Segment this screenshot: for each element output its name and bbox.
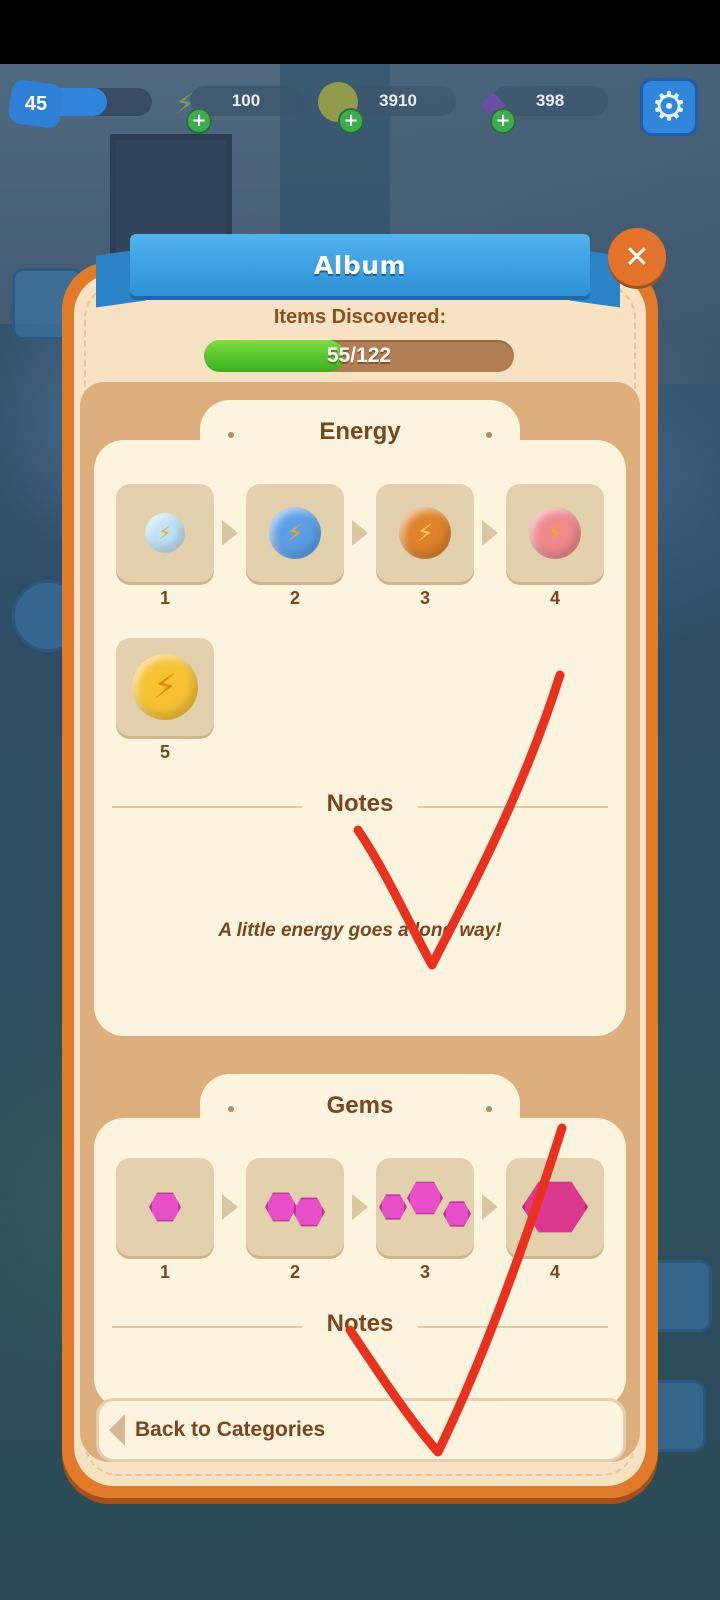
merge-arrow-icon [482, 1194, 498, 1220]
discovered-count: 55/122 [326, 344, 392, 367]
gem-item-icon [293, 1197, 325, 1227]
merge-arrow-icon [482, 520, 498, 546]
energy-level-label: 3 [419, 588, 430, 608]
energy-notes-text: A little energy goes a long way! [218, 920, 502, 941]
add-energy-button[interactable]: + [186, 108, 212, 134]
album-title: Album [313, 250, 407, 280]
gem-item-icon [265, 1192, 297, 1222]
add-coins-button[interactable]: + [338, 108, 364, 134]
gems-item-slot-1[interactable] [116, 1158, 214, 1256]
energy-value: 100 [231, 91, 261, 110]
energy-item-slot-5[interactable]: ⚡ [116, 638, 214, 736]
coins-value: 3910 [379, 91, 417, 110]
gems-value: 398 [535, 91, 565, 110]
gems-section-title: Gems [326, 1092, 394, 1119]
gems-level-label: 2 [289, 1262, 300, 1282]
energy-notes-title: Notes [326, 790, 394, 817]
chevron-left-icon [109, 1414, 125, 1446]
items-discovered-label: Items Discovered: [273, 306, 447, 328]
discovered-progress-bar: 55/122 [204, 340, 514, 372]
merge-arrow-icon [352, 1194, 368, 1220]
energy-item-slot-3[interactable]: ⚡ [376, 484, 474, 582]
gem-item-icon [443, 1201, 471, 1227]
back-to-categories-label: Back to Categories [135, 1418, 326, 1441]
energy-level-label: 2 [289, 588, 300, 608]
gear-icon: ⚙ [651, 84, 687, 130]
gems-level-label: 3 [419, 1262, 430, 1282]
energy-orb-icon: ⚡ [529, 507, 581, 559]
gems-level-label: 4 [549, 1262, 560, 1282]
album-title-ribbon: Album [130, 234, 590, 296]
energy-item-slot-1[interactable]: ⚡ [116, 484, 214, 582]
gem-item-icon [379, 1194, 407, 1220]
gem-item-icon [149, 1192, 181, 1222]
merge-arrow-icon [222, 1194, 238, 1220]
energy-orb-icon: ⚡ [269, 507, 321, 559]
energy-section-title: Energy [319, 418, 401, 445]
add-gems-button[interactable]: + [490, 108, 516, 134]
gem-item-icon [522, 1181, 588, 1233]
back-to-categories-button[interactable]: Back to Categories [96, 1398, 626, 1462]
energy-item-slot-2[interactable]: ⚡ [246, 484, 344, 582]
gems-item-slot-4[interactable] [506, 1158, 604, 1256]
gems-item-slot-2[interactable] [246, 1158, 344, 1256]
level-badge[interactable]: 45 [7, 78, 65, 130]
energy-level-label: 4 [549, 588, 560, 608]
energy-level-label: 5 [159, 742, 170, 762]
energy-orb-icon: ⚡ [399, 507, 451, 559]
status-bar [0, 0, 720, 64]
merge-arrow-icon [352, 520, 368, 546]
gems-notes-title: Notes [326, 1310, 394, 1337]
settings-button[interactable]: ⚙ [640, 78, 698, 136]
gems-item-slot-3[interactable] [376, 1158, 474, 1256]
energy-level-label: 1 [159, 588, 170, 608]
close-button[interactable]: ✕ [608, 228, 666, 286]
level-number: 45 [24, 92, 48, 115]
gem-item-icon [407, 1181, 443, 1215]
close-icon: ✕ [624, 239, 650, 275]
gems-level-label: 1 [159, 1262, 170, 1282]
energy-orb-icon: ⚡ [132, 654, 198, 720]
merge-arrow-icon [222, 520, 238, 546]
energy-item-slot-4[interactable]: ⚡ [506, 484, 604, 582]
hud-bar: 45 100 ⚡ + 3910 + 398 ◆ + ⚙ [0, 78, 720, 136]
energy-orb-icon: ⚡ [145, 513, 185, 553]
